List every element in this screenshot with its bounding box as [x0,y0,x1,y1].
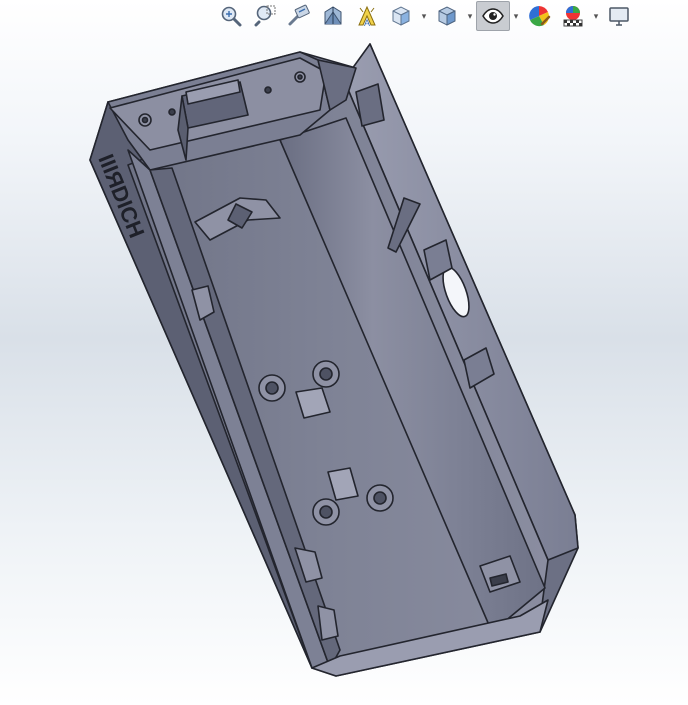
enclosure-3d-model[interactable]: IIIЯDICH [0,0,688,705]
graphics-area[interactable]: IIIЯDICH [0,32,688,705]
right-wall-slot-upper [355,83,385,127]
